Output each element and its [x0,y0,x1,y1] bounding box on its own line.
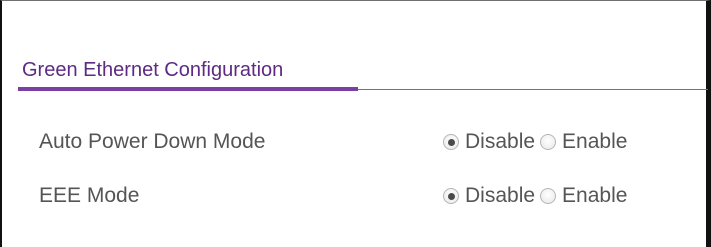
eee-mode-disable-radio[interactable] [443,188,459,204]
auto-power-down-mode-radio-group: Disable Enable [443,129,627,155]
auto-power-down-disable-radio[interactable] [443,134,459,150]
eee-mode-disable-label[interactable]: Disable [465,183,535,209]
eee-mode-enable-radio[interactable] [540,188,557,204]
eee-mode-enable-label[interactable]: Enable [562,183,627,209]
eee-mode-radio-group: Disable Enable [443,183,627,209]
section-title-underline [18,87,358,91]
auto-power-down-mode-label: Auto Power Down Mode [39,130,266,153]
green-ethernet-panel: Green Ethernet Configuration Auto Power … [0,0,711,247]
section-title: Green Ethernet Configuration [22,59,284,81]
auto-power-down-disable-label[interactable]: Disable [465,129,535,155]
auto-power-down-enable-radio[interactable] [540,134,557,150]
eee-mode-label: EEE Mode [39,184,140,207]
auto-power-down-enable-label[interactable]: Enable [562,129,627,155]
